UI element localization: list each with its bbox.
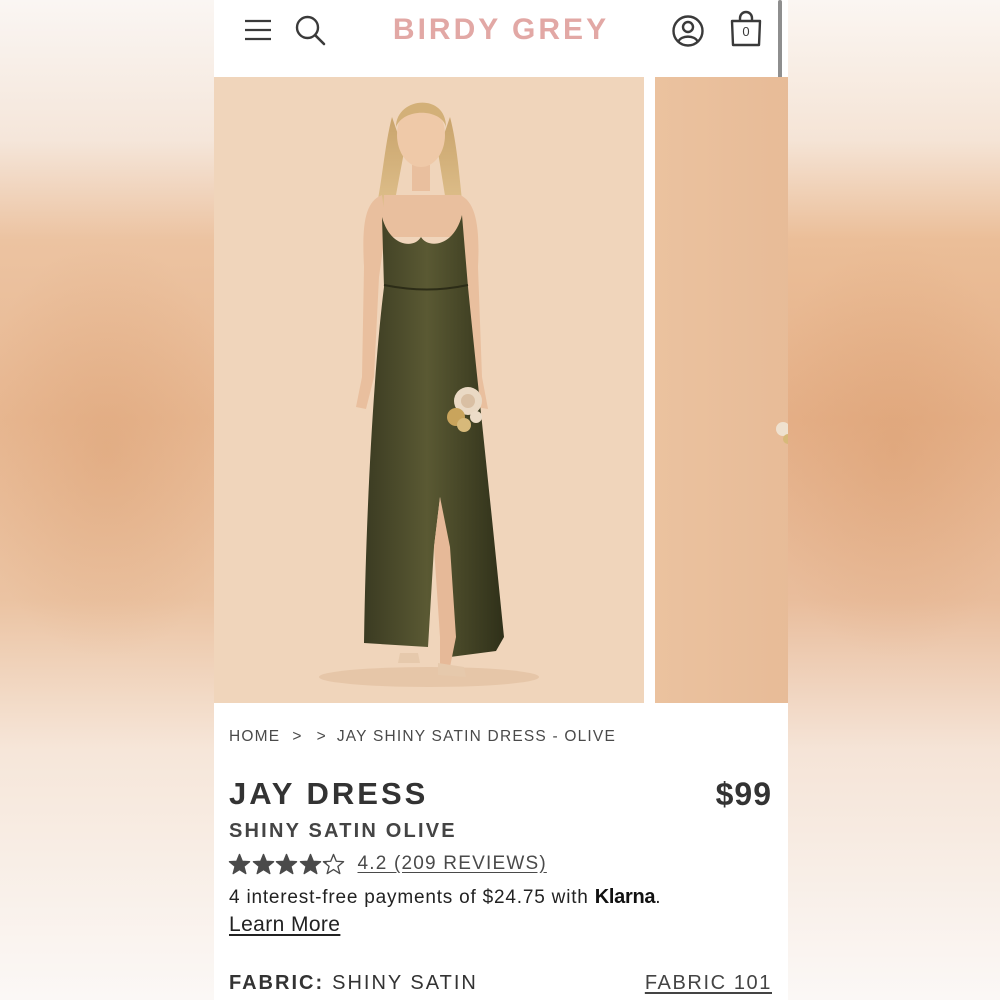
product-subtitle: SHINY SATIN OLIVE (229, 820, 457, 842)
phone-screen: BIRDY GREY 0 HOME > > JAY SHINY SATIN DR… (214, 0, 788, 1000)
star-icon (275, 853, 298, 874)
klarna-logo: Klarna (594, 886, 656, 908)
fabric-info: FABRIC: SHINY SATIN (229, 972, 478, 995)
breadcrumb-separator: > (292, 728, 303, 745)
breadcrumb-current: JAY SHINY SATIN DRESS - OLIVE (336, 728, 616, 745)
cart-count: 0 (742, 24, 750, 39)
background-blur-left (0, 0, 214, 1000)
star-icon (322, 853, 345, 874)
breadcrumb-home[interactable]: HOME (229, 728, 280, 745)
background-blur-right (788, 0, 1000, 1000)
product-rating[interactable]: 4.2 (209 REVIEWS) (228, 851, 547, 877)
installments-text: 4 interest-free payments of $24.75 with (229, 887, 595, 908)
fabric-value: SHINY SATIN (332, 972, 478, 994)
breadcrumb: HOME > > JAY SHINY SATIN DRESS - OLIVE (229, 728, 616, 746)
fabric-label: FABRIC: (229, 972, 325, 994)
brand-logo[interactable]: BIRDY GREY (364, 13, 638, 47)
reviews-link[interactable]: 4.2 (209 REVIEWS) (358, 853, 547, 875)
menu-icon[interactable] (244, 18, 272, 42)
dress-model-photo-next (776, 422, 788, 444)
product-price: $99 (715, 776, 772, 812)
product-image-gallery[interactable] (214, 77, 788, 703)
search-icon[interactable] (294, 14, 326, 46)
star-icon (299, 853, 321, 874)
site-header: BIRDY GREY 0 (214, 0, 788, 100)
star-icon (252, 853, 274, 874)
shopping-bag-button[interactable]: 0 (728, 10, 764, 48)
installments-info: 4 interest-free payments of $24.75 with … (229, 886, 661, 909)
fabric-101-link[interactable]: FABRIC 101 (645, 972, 772, 995)
rating-stars (228, 853, 346, 876)
gallery-slide-next[interactable] (655, 77, 788, 703)
installments-end: . (655, 887, 662, 908)
breadcrumb-separator: > (316, 728, 327, 745)
product-title: JAY DRESS (229, 776, 429, 811)
star-icon (228, 853, 251, 874)
account-icon[interactable] (671, 14, 705, 48)
gallery-slide-main[interactable] (214, 77, 644, 703)
learn-more-link[interactable]: Learn More (229, 913, 340, 937)
dress-model-photo (214, 77, 644, 703)
